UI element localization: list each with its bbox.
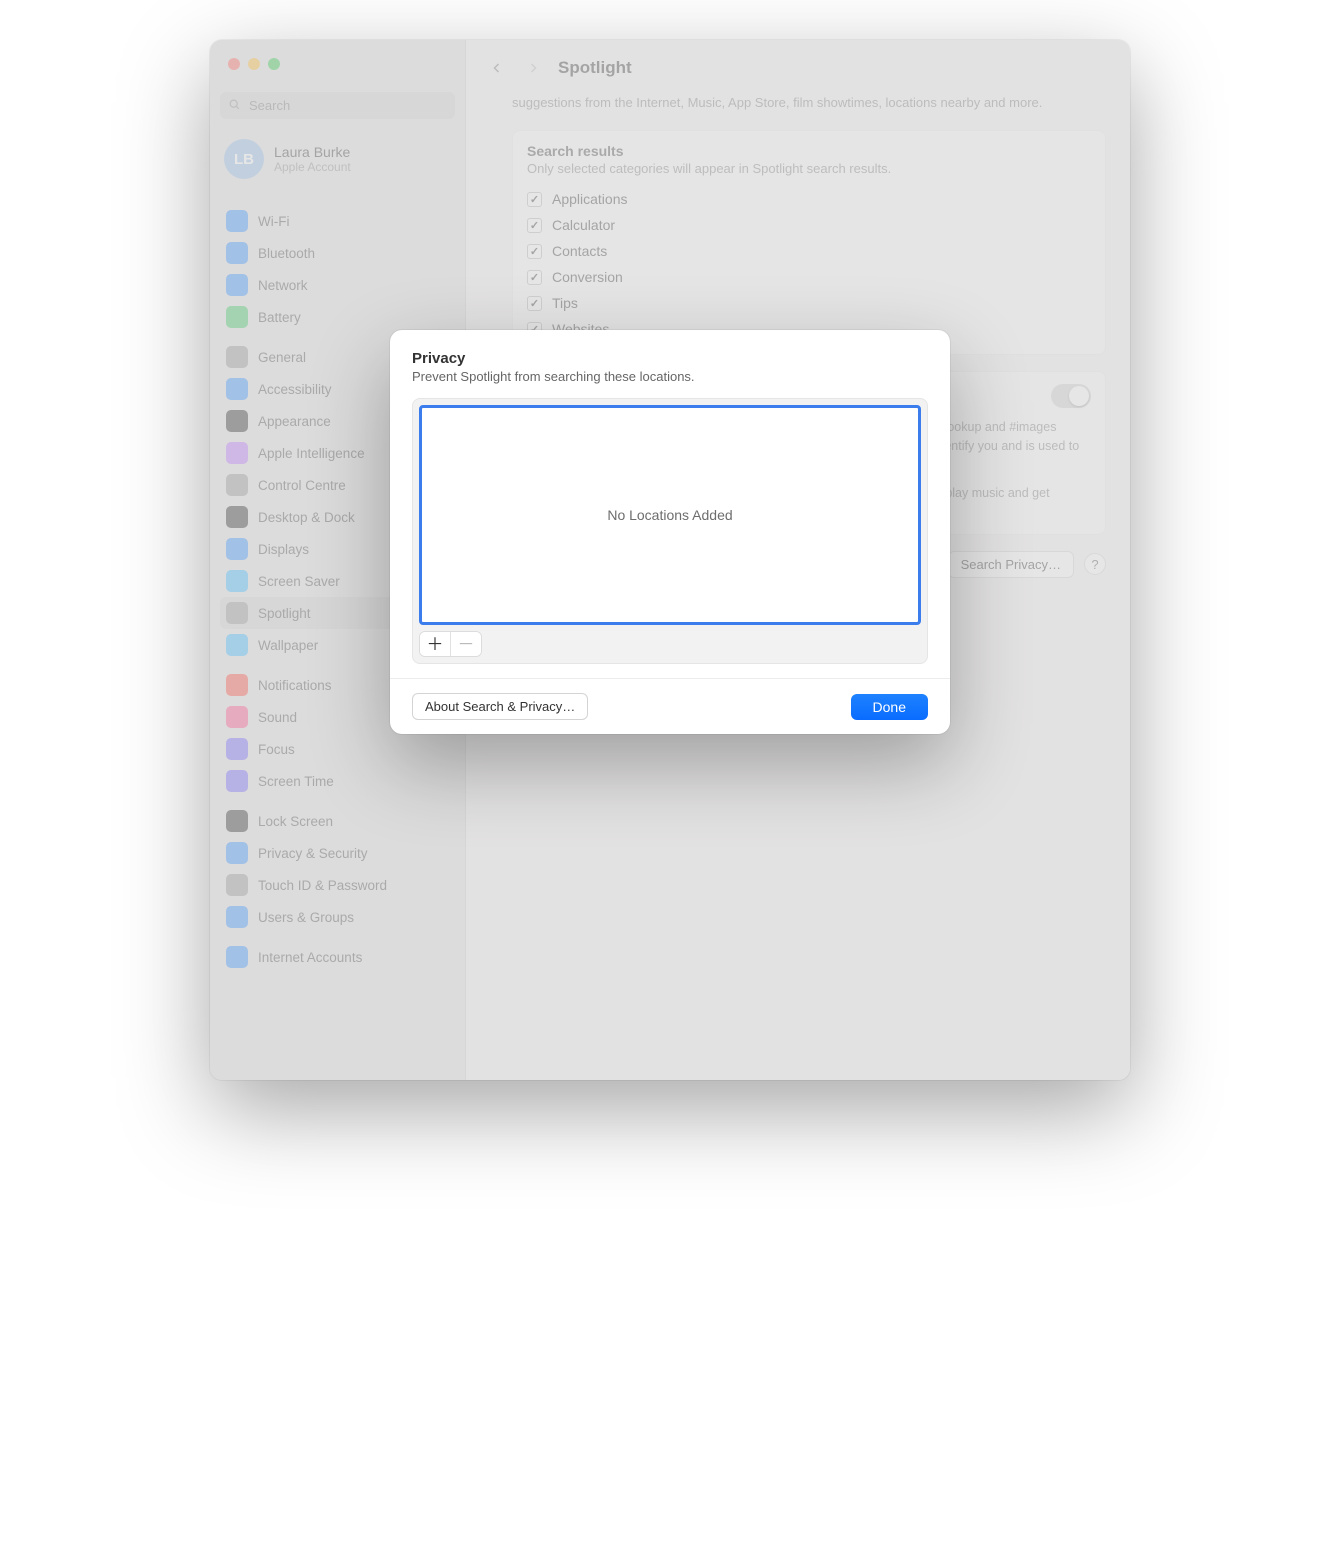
modal-subtitle: Prevent Spotlight from searching these l… bbox=[412, 369, 928, 384]
modal-title: Privacy bbox=[412, 350, 928, 367]
remove-location-button: － bbox=[451, 632, 481, 656]
system-settings-window: LB Laura Burke Apple Account Wi-FiBlueto… bbox=[210, 40, 1130, 1080]
add-location-button[interactable]: ＋ bbox=[420, 632, 450, 656]
done-button[interactable]: Done bbox=[851, 694, 928, 720]
locations-empty-label: No Locations Added bbox=[607, 507, 732, 523]
locations-list[interactable]: No Locations Added bbox=[419, 405, 921, 625]
add-remove-control: ＋ － bbox=[419, 631, 482, 657]
privacy-modal: Privacy Prevent Spotlight from searching… bbox=[390, 330, 950, 734]
about-search-privacy-button[interactable]: About Search & Privacy… bbox=[412, 693, 588, 720]
locations-list-container: No Locations Added ＋ － bbox=[412, 398, 928, 664]
